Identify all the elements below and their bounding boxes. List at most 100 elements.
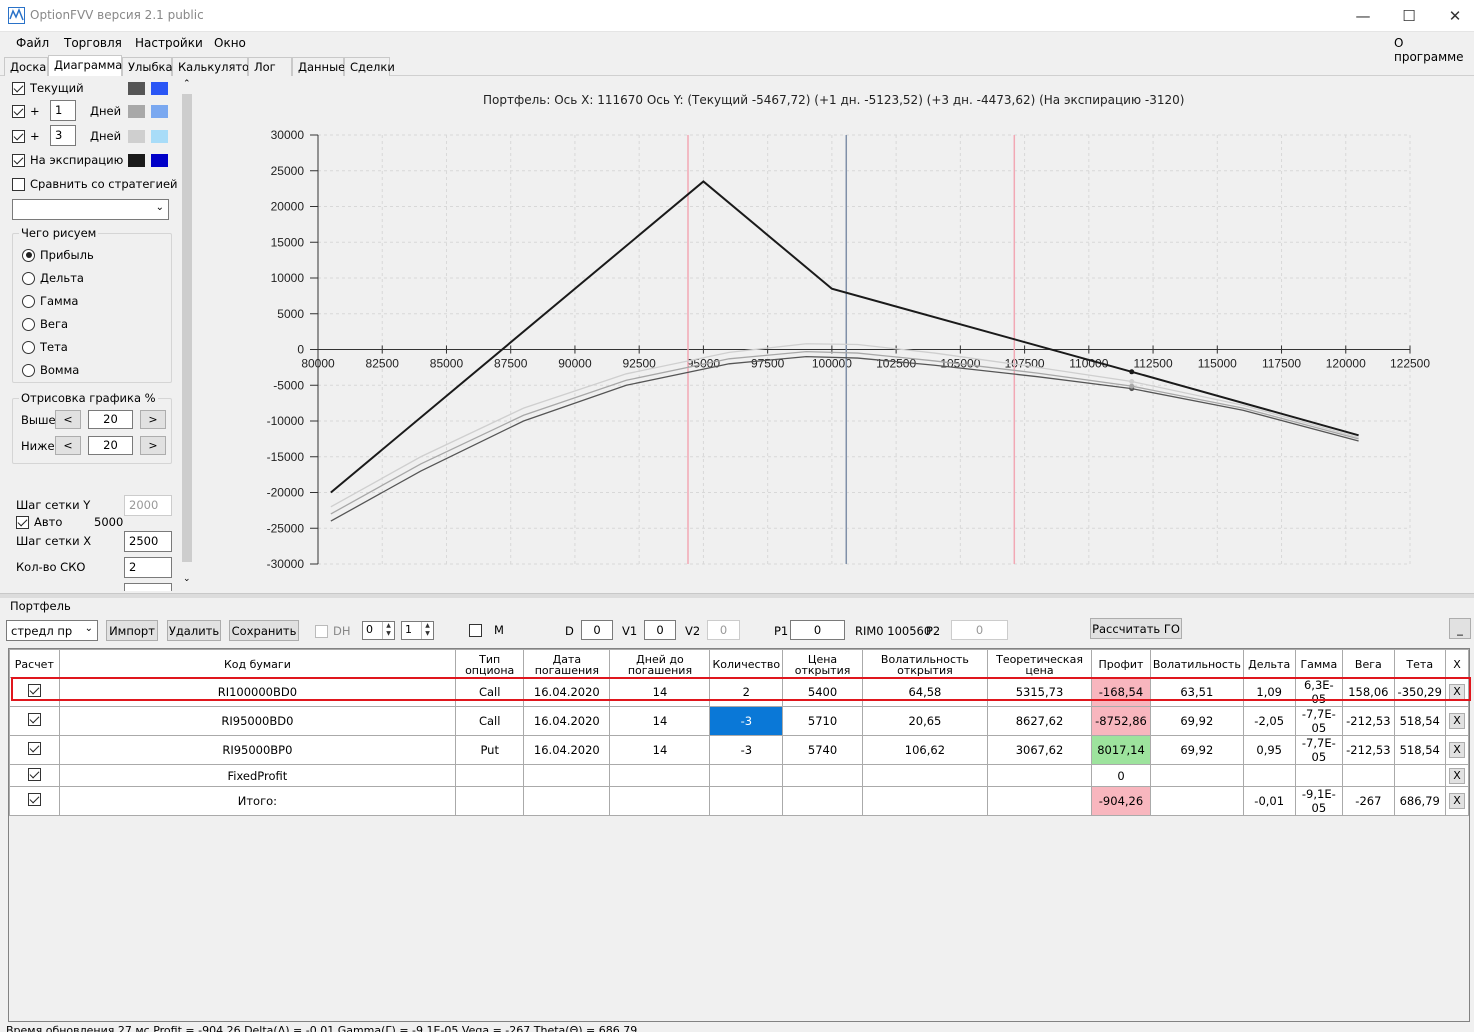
tab-trades[interactable]: Сделки [344, 57, 395, 76]
table-cell[interactable]: 518,54 [1393, 735, 1446, 765]
table-cell[interactable] [861, 786, 988, 816]
strategy-compare-select[interactable]: ⌄ [12, 199, 169, 220]
table-cell[interactable] [455, 764, 525, 787]
column-header[interactable]: Волатильность [1149, 649, 1244, 678]
table-cell[interactable] [523, 786, 611, 816]
radio-profit-circle[interactable] [22, 248, 35, 262]
column-header[interactable]: X [1444, 649, 1470, 678]
table-cell[interactable]: FixedProfit [58, 764, 457, 787]
auto-option[interactable]: Авто [16, 515, 62, 529]
table-row[interactable]: RI95000BD0 Call 16.04.2020 14 -3 5710 20,65 862… [9, 706, 1470, 736]
plus-days-3-option[interactable]: + [12, 129, 40, 143]
expiry-checkbox[interactable] [12, 153, 25, 167]
table-cell[interactable]: -9,1E-05 [1294, 786, 1344, 816]
remove-row-button[interactable]: X [1448, 684, 1465, 700]
table-cell[interactable]: 3067,62 [986, 735, 1093, 765]
table-cell[interactable]: 14 [609, 706, 711, 736]
auto-checkbox[interactable] [16, 515, 29, 529]
compare-option[interactable]: Сравнить со стратегией [12, 177, 178, 191]
table-cell[interactable] [1242, 764, 1296, 787]
radio-theta-circle[interactable] [22, 340, 35, 354]
table-cell[interactable]: 14 [609, 677, 711, 707]
remove-row-button[interactable]: X [1448, 742, 1465, 758]
current-checkbox[interactable] [12, 81, 25, 95]
calc-cell[interactable] [9, 764, 60, 787]
table-cell[interactable] [709, 786, 784, 816]
plus-days-3-checkbox[interactable] [12, 129, 25, 143]
menu-settings[interactable]: Настройки [135, 36, 203, 50]
maximize-button[interactable]: ☐ [1386, 0, 1432, 32]
table-cell[interactable] [986, 786, 1093, 816]
calc-checkbox[interactable] [27, 742, 41, 755]
table-cell[interactable]: Итого: [58, 786, 457, 816]
table-cell[interactable]: 5740 [782, 735, 863, 765]
table-cell[interactable] [455, 786, 525, 816]
table-cell[interactable]: Put [455, 735, 525, 765]
radio-delta[interactable]: Дельта [22, 271, 84, 285]
table-cell[interactable]: 16.04.2020 [523, 706, 611, 736]
radio-profit[interactable]: Прибыль [22, 248, 94, 262]
compare-checkbox[interactable] [12, 177, 25, 191]
table-cell[interactable]: 69,92 [1149, 735, 1244, 765]
calc-cell[interactable] [9, 735, 60, 765]
tab-data[interactable]: Данные [292, 57, 345, 76]
p2-input[interactable]: 0 [951, 620, 1008, 640]
table-cell[interactable]: 64,58 [861, 677, 988, 707]
table-cell[interactable] [1393, 764, 1446, 787]
calc-checkbox[interactable] [27, 713, 41, 726]
d-input[interactable]: 0 [581, 620, 613, 640]
table-cell[interactable] [1294, 764, 1344, 787]
table-cell[interactable] [782, 764, 863, 787]
menu-trading[interactable]: Торговля [64, 36, 122, 50]
remove-cell[interactable]: X [1444, 677, 1470, 707]
table-cell[interactable]: 8017,14 [1091, 735, 1151, 765]
remove-cell[interactable]: X [1444, 735, 1470, 765]
column-header[interactable]: Гамма [1294, 649, 1344, 678]
spin-arrows-icon[interactable]: ▲ ▼ [421, 622, 433, 639]
table-cell[interactable] [709, 764, 784, 787]
table-cell[interactable]: 20,65 [861, 706, 988, 736]
column-header[interactable]: Дней до погашения [609, 649, 711, 678]
d3-dark-swatch[interactable] [128, 130, 145, 143]
current-dark-swatch[interactable] [128, 82, 145, 95]
table-cell[interactable] [782, 786, 863, 816]
days-1-input[interactable]: 1 [50, 100, 76, 121]
table-cell[interactable]: 0 [1091, 764, 1151, 787]
radio-delta-circle[interactable] [22, 271, 35, 285]
table-cell[interactable]: -8752,86 [1091, 706, 1151, 736]
d1-light-swatch[interactable] [151, 105, 168, 118]
table-row[interactable]: RI100000BD0 Call 16.04.2020 14 2 5400 64,58 531… [9, 677, 1470, 707]
tab-diagram[interactable]: Диаграмма [48, 55, 122, 76]
table-cell[interactable]: RI95000BD0 [58, 706, 457, 736]
dh-checkbox[interactable] [315, 624, 328, 638]
dh-spin-b[interactable]: 1 ▲ ▼ [401, 621, 434, 640]
column-header[interactable]: Цена открытия [782, 649, 863, 678]
spin-arrows-icon[interactable]: ▲ ▼ [382, 622, 394, 639]
table-cell[interactable] [1342, 764, 1395, 787]
calc-cell[interactable] [9, 677, 60, 707]
table-cell[interactable]: 106,62 [861, 735, 988, 765]
calc-cell[interactable] [9, 706, 60, 736]
grid-x-input[interactable]: 2500 [124, 531, 172, 552]
table-cell[interactable]: Call [455, 677, 525, 707]
table-cell[interactable]: -7,7E-05 [1294, 706, 1344, 736]
radio-gamma-circle[interactable] [22, 294, 35, 308]
calc-cell[interactable] [9, 786, 60, 816]
d1-dark-swatch[interactable] [128, 105, 145, 118]
column-header[interactable]: Код бумаги [58, 649, 457, 678]
above-increase-button[interactable]: > [140, 410, 166, 429]
table-cell[interactable] [1149, 786, 1244, 816]
radio-gamma[interactable]: Гамма [22, 294, 78, 308]
remove-row-button[interactable]: X [1448, 767, 1465, 784]
v2-input[interactable]: 0 [707, 620, 740, 640]
table-row[interactable]: Итого: -904,26 -0,01 -9,1E-05 -267 686,79 X [9, 786, 1470, 816]
hidden-input[interactable] [124, 583, 172, 591]
below-decrease-button[interactable]: < [55, 436, 81, 455]
current-option[interactable]: Текущий [12, 81, 84, 95]
column-header[interactable]: Количество [709, 649, 784, 678]
radio-vomma[interactable]: Вомма [22, 363, 79, 377]
table-cell[interactable]: Call [455, 706, 525, 736]
calc-checkbox[interactable] [27, 793, 41, 806]
table-cell[interactable] [609, 764, 711, 787]
remove-cell[interactable]: X [1444, 706, 1470, 736]
